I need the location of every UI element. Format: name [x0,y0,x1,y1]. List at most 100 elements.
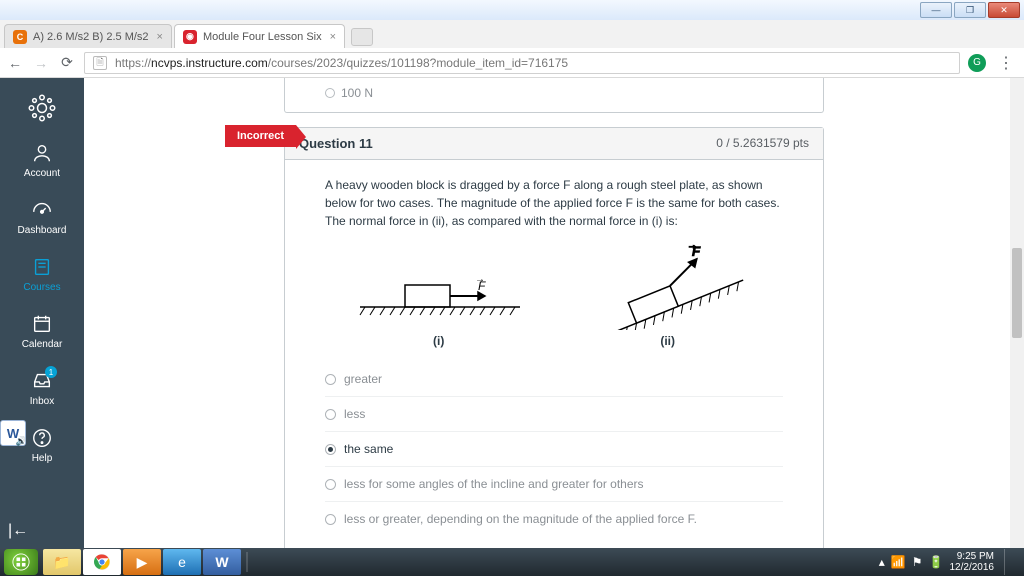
answer-text: less or greater, depending on the magnit… [344,512,697,526]
sidebar-item-dashboard[interactable]: Dashboard [0,191,84,242]
sidebar-collapse-button[interactable]: |← [8,522,28,540]
browser-tabstrip: C A) 2.6 M/s2 B) 2.5 M/s2 × ◉ Module Fou… [0,20,1024,48]
taskbar-separator [246,552,248,572]
clock-time: 9:25 PM [950,551,995,562]
new-tab-button[interactable] [351,28,373,46]
figure-i: F → [350,260,530,330]
figure-labels: (i) (ii) [325,334,783,348]
system-tray[interactable]: ▴ 📶 ⚑ 🔋 9:25 PM 12/2/2016 [879,549,1020,575]
answer-list: greater less the same less for some angl… [325,362,783,536]
sidebar-item-courses[interactable]: Courses [0,248,84,299]
answer-option[interactable]: less or greater, depending on the magnit… [325,501,783,536]
radio-icon [325,514,336,525]
scrollbar-thumb[interactable] [1012,248,1022,338]
tab-close-icon[interactable]: × [157,31,163,43]
browser-menu-button[interactable]: ⋮ [994,53,1018,73]
svg-text:→: → [475,274,485,285]
quiz-content: 100 N Incorrect Question 11 0 / 5.263157… [84,78,1024,548]
taskbar-word[interactable]: W [203,549,241,575]
question-points: 0 / 5.2631579 pts [716,136,809,151]
previous-question-tail: 100 N [284,78,824,113]
sidebar-item-inbox[interactable]: 1 Inbox [0,362,84,413]
favicon-icon: ◉ [183,30,197,44]
answer-option[interactable]: less for some angles of the incline and … [325,466,783,501]
back-button[interactable]: ← [6,54,24,72]
radio-icon [325,444,336,455]
incorrect-flag: Incorrect [225,125,296,147]
answer-text: the same [344,442,393,456]
window-titlebar: — ❐ ✕ [0,0,1024,20]
page-content: Account Dashboard Courses Calendar 1 Inb… [0,78,1024,548]
floating-word-indicator[interactable]: W 🔊 [0,420,26,446]
start-button[interactable] [4,549,38,575]
taskbar-clock[interactable]: 9:25 PM 12/2/2016 [950,551,995,573]
question-body: A heavy wooden block is dragged by a for… [285,160,823,548]
radio-icon [325,88,335,98]
book-icon [29,254,55,280]
window-maximize[interactable]: ❐ [954,2,986,18]
favicon-icon: C [13,30,27,44]
radio-icon [325,374,336,385]
gauge-icon [29,197,55,223]
calendar-icon [29,311,55,337]
taskbar-media-player[interactable]: ▶ [123,549,161,575]
canvas-sidebar: Account Dashboard Courses Calendar 1 Inb… [0,78,84,548]
question-card: Incorrect Question 11 0 / 5.2631579 pts … [284,127,824,548]
sidebar-item-label: Account [24,168,60,179]
battery-icon[interactable]: 🔋 [929,555,944,569]
forward-button[interactable]: → [32,54,50,72]
url-text: https://ncvps.instructure.com/courses/20… [115,56,568,70]
browser-tab[interactable]: C A) 2.6 M/s2 B) 2.5 M/s2 × [4,24,172,48]
canvas-logo[interactable] [22,88,62,128]
figure-label-ii: (ii) [660,334,675,348]
answer-text: 100 N [341,86,373,100]
answer-option[interactable]: 100 N [325,86,783,100]
extension-icon[interactable]: G [968,54,986,72]
answer-text: less [344,407,365,421]
page-info-icon[interactable]: 🗎 [93,56,107,70]
unread-badge: 1 [45,366,57,378]
reload-button[interactable]: ⟳ [58,54,76,72]
vertical-scrollbar[interactable] [1010,78,1024,548]
radio-icon [325,479,336,490]
windows-taskbar: 📁 ▶ e W ▴ 📶 ⚑ 🔋 9:25 PM 12/2/2016 [0,548,1024,576]
network-icon[interactable]: 📶 [891,555,906,569]
help-icon [29,425,55,451]
sidebar-item-label: Calendar [22,339,63,350]
radio-icon [325,409,336,420]
taskbar-ie[interactable]: e [163,549,201,575]
browser-toolbar: ← → ⟳ 🗎 https://ncvps.instructure.com/co… [0,48,1024,78]
taskbar-chrome[interactable] [83,549,121,575]
svg-text:→: → [687,241,697,252]
sidebar-item-label: Courses [23,282,60,293]
answer-option[interactable]: greater [325,362,783,396]
figure-label-i: (i) [433,334,444,348]
question-title: Question 11 [299,136,373,151]
answer-option[interactable]: the same [325,431,783,466]
sidebar-item-account[interactable]: Account [0,134,84,185]
flag-icon[interactable]: ⚑ [912,555,923,569]
window-close[interactable]: ✕ [988,2,1020,18]
address-bar[interactable]: 🗎 https://ncvps.instructure.com/courses/… [84,52,960,74]
question-figures: F → [325,240,783,330]
taskbar-explorer[interactable]: 📁 [43,549,81,575]
show-desktop-button[interactable] [1004,549,1014,575]
tab-close-icon[interactable]: × [330,31,336,43]
tray-chevron-icon[interactable]: ▴ [879,555,885,569]
figure-ii: F → [579,240,759,330]
speaker-icon: 🔊 [16,436,27,447]
window-minimize[interactable]: — [920,2,952,18]
browser-tab[interactable]: ◉ Module Four Lesson Six × [174,24,345,48]
question-header: Question 11 0 / 5.2631579 pts [285,128,823,160]
sidebar-item-label: Inbox [30,396,54,407]
sidebar-item-label: Help [32,453,53,464]
sidebar-item-calendar[interactable]: Calendar [0,305,84,356]
clock-date: 12/2/2016 [950,562,995,573]
answer-text: greater [344,372,382,386]
question-stem: A heavy wooden block is dragged by a for… [325,176,783,230]
answer-option[interactable]: less [325,396,783,431]
sidebar-item-label: Dashboard [18,225,67,236]
tab-title: Module Four Lesson Six [203,31,322,43]
tab-title: A) 2.6 M/s2 B) 2.5 M/s2 [33,31,149,43]
answer-text: less for some angles of the incline and … [344,477,644,491]
